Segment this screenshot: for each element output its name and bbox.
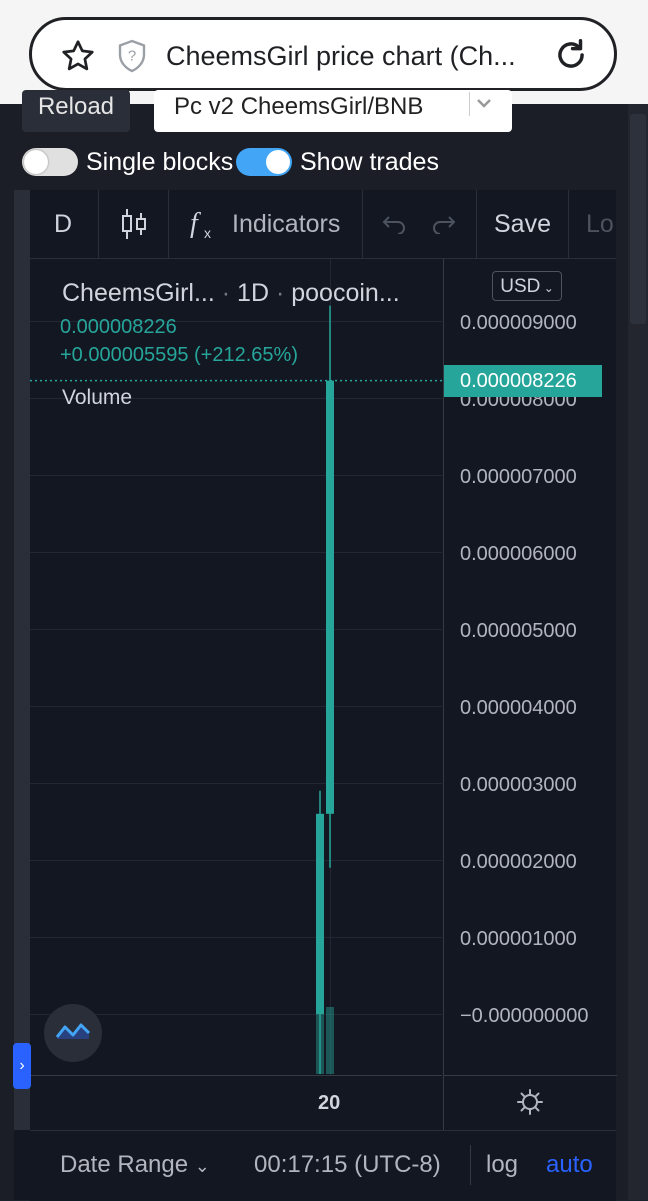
- log-scale-button[interactable]: log: [486, 1149, 518, 1181]
- price-axis-label: 0.000007000: [460, 466, 577, 488]
- currency-value: USD: [500, 276, 541, 297]
- chart-toolbar: D f x Indicators Save Lo: [30, 190, 616, 259]
- legend-change: +0.000005595 (+212.65%): [60, 344, 298, 366]
- show-trades-label: Show trades: [300, 148, 439, 176]
- page-title: CheemsGirl price chart (Ch...: [166, 41, 516, 71]
- current-price-tag: 0.000008226: [444, 364, 602, 397]
- reload-icon[interactable]: [552, 36, 590, 74]
- chevron-down-icon: ⌄: [194, 1156, 210, 1176]
- pair-select-value: Pc v2 CheemsGirl/BNB: [174, 93, 424, 120]
- chart-widget: D f x Indicators Save Lo CheemsGirl... ·…: [14, 190, 617, 1201]
- auto-scale-button[interactable]: auto: [546, 1149, 593, 1181]
- date-range-label: Date Range: [60, 1151, 189, 1178]
- legend-source: poocoin...: [291, 279, 400, 307]
- chart-bottom-bar: Date Range ⌄ 00:17:15 (UTC-8) log auto: [30, 1130, 616, 1201]
- price-axis-label: 0.000005000: [460, 620, 577, 642]
- price-axis-label: 0.000006000: [460, 543, 577, 565]
- candle-body: [326, 380, 334, 814]
- chart-legend-title: CheemsGirl... · 1D · poocoin...: [62, 279, 400, 307]
- svg-text:f: f: [190, 208, 201, 239]
- candlestick-series: [30, 305, 442, 1074]
- chevron-down-icon: [469, 92, 491, 116]
- tradingview-logo[interactable]: [44, 1004, 102, 1062]
- reload-button[interactable]: Reload: [22, 90, 130, 132]
- candle-style-icon[interactable]: [120, 207, 148, 241]
- volume-legend[interactable]: Volume: [62, 385, 132, 411]
- page-content: Reload Pc v2 CheemsGirl/BNB Single block…: [0, 90, 648, 1201]
- drawing-toolbar-strip: [14, 190, 30, 1130]
- chart-settings-cell: [443, 1075, 617, 1131]
- scrollbar-thumb[interactable]: [630, 114, 646, 324]
- tradingview-logo-icon: [55, 1023, 91, 1039]
- chart-pane[interactable]: CheemsGirl... · 1D · poocoin... 0.000008…: [30, 259, 442, 1075]
- price-axis-label: −0.000000000: [460, 1005, 589, 1027]
- price-axis-label: 0.000002000: [460, 851, 577, 873]
- date-range-button[interactable]: Date Range ⌄: [60, 1149, 210, 1182]
- function-icon[interactable]: f x: [188, 206, 218, 242]
- currency-select[interactable]: USD ⌄: [492, 271, 562, 301]
- pair-select[interactable]: Pc v2 CheemsGirl/BNB: [154, 90, 512, 132]
- legend-price: 0.000008226: [60, 316, 177, 338]
- price-axis[interactable]: USD ⌄ 0.000009000 0.000008000 0.00000700…: [443, 259, 617, 1075]
- single-blocks-toggle[interactable]: [22, 148, 78, 176]
- show-trades-toggle[interactable]: [236, 148, 292, 176]
- address-bar[interactable]: ? CheemsGirl price chart (Ch...: [29, 17, 617, 91]
- star-icon[interactable]: [60, 38, 96, 74]
- page-scrollbar[interactable]: [628, 104, 648, 1200]
- svg-text:x: x: [204, 225, 211, 241]
- gear-icon[interactable]: [516, 1088, 544, 1116]
- time-axis-label: 20: [318, 1092, 341, 1114]
- legend-interval: 1D: [237, 279, 270, 307]
- load-button[interactable]: Lo: [586, 207, 614, 241]
- clock-display[interactable]: 00:17:15 (UTC-8): [254, 1149, 441, 1181]
- browser-toolbar: ? CheemsGirl price chart (Ch...: [0, 0, 648, 104]
- time-axis[interactable]: 20: [30, 1075, 442, 1131]
- indicators-button[interactable]: Indicators: [232, 207, 340, 241]
- price-axis-label: 0.000003000: [460, 774, 577, 796]
- volume-bar: [326, 1007, 334, 1074]
- price-axis-label: 0.000001000: [460, 928, 577, 950]
- redo-icon[interactable]: [430, 214, 458, 234]
- candle-body: [316, 813, 324, 1014]
- interval-button[interactable]: D: [54, 207, 72, 241]
- side-panel-toggle[interactable]: ›: [13, 1043, 31, 1089]
- legend-symbol[interactable]: CheemsGirl...: [62, 279, 215, 307]
- svg-text:?: ?: [128, 48, 136, 65]
- single-blocks-label: Single blocks: [86, 148, 234, 176]
- price-axis-label: 0.000009000: [460, 312, 577, 334]
- undo-icon[interactable]: [380, 214, 408, 234]
- save-button[interactable]: Save: [494, 207, 551, 241]
- site-info-icon[interactable]: ?: [114, 38, 150, 74]
- price-axis-label: 0.000004000: [460, 697, 577, 719]
- volume-bar: [316, 1007, 324, 1074]
